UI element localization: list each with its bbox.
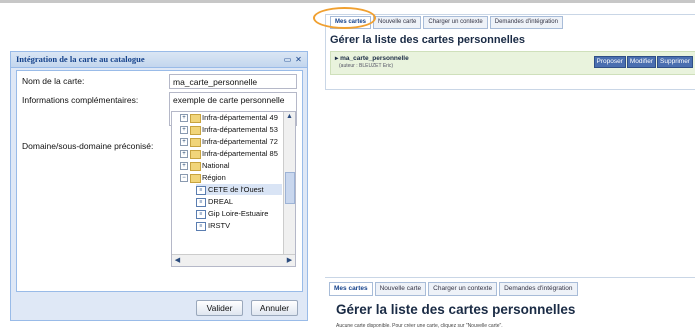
propose-button[interactable]: Proposer xyxy=(593,56,626,68)
expand-icon[interactable]: + xyxy=(180,114,188,123)
tree-node-label: Infra-départemental 72 xyxy=(202,137,278,146)
page-title-bottom: Gérer la liste des cartes personnelles xyxy=(336,302,576,317)
tree-node-label: IRSTV xyxy=(208,221,231,230)
tab-demandes-integration[interactable]: Demandes d'intégration xyxy=(489,16,563,29)
expand-icon[interactable]: + xyxy=(180,150,188,159)
validate-button[interactable]: Valider xyxy=(196,300,243,316)
folder-icon xyxy=(190,137,201,147)
tree-node-region[interactable]: − Région xyxy=(180,172,226,183)
folder-open-icon xyxy=(190,173,201,183)
tree-node-cete-ouest[interactable]: ≡ CETE de l'Ouest xyxy=(196,184,282,195)
tab-demandes-integration[interactable]: Demandes d'intégration xyxy=(499,282,578,296)
tree-node-infra53[interactable]: + Infra-départemental 53 xyxy=(180,124,278,135)
leaf-icon: ≡ xyxy=(196,185,206,195)
card-name[interactable]: ▸ ma_carte_personnelle xyxy=(335,54,409,62)
expand-icon[interactable]: + xyxy=(180,138,188,147)
tree-node-national[interactable]: + National xyxy=(180,160,230,171)
maximize-icon[interactable]: ▭ xyxy=(283,55,292,64)
tree-node-infra72[interactable]: + Infra-départemental 72 xyxy=(180,136,278,147)
tree-horizontal-scrollbar[interactable]: ◀ ▶ xyxy=(172,254,295,266)
tree-list: + Infra-départemental 49 + Infra-départeme… xyxy=(172,112,282,254)
cards-panel-top: Mes cartes Nouvelle carte Charger un con… xyxy=(325,14,695,90)
card-name-text: ma_carte_personnelle xyxy=(340,55,409,62)
close-icon[interactable]: ✕ xyxy=(294,55,303,64)
domain-label: Domaine/sous-domaine préconisé: xyxy=(22,141,154,151)
tree-node-infra49[interactable]: + Infra-départemental 49 xyxy=(180,112,278,123)
empty-message: Aucune carte disponible. Pour créer une … xyxy=(336,323,503,329)
name-input[interactable]: ma_carte_personnelle xyxy=(169,74,297,89)
page-title: Gérer la liste des cartes personnelles xyxy=(330,34,526,46)
domain-tree[interactable]: + Infra-départemental 49 + Infra-départeme… xyxy=(171,111,296,267)
delete-button[interactable]: Supprimer xyxy=(657,56,693,68)
tree-node-irstv[interactable]: ≡ IRSTV xyxy=(196,220,230,231)
card-actions: Proposer Modifier Supprimer xyxy=(593,56,693,68)
tree-node-gip-loire[interactable]: ≡ Gip Loire-Estuaire xyxy=(196,208,268,219)
leaf-icon: ≡ xyxy=(196,197,206,207)
tree-node-label: Gip Loire-Estuaire xyxy=(208,209,269,218)
integration-dialog: Intégration de la carte au catalogue ▭ ✕… xyxy=(10,51,308,321)
card-author: (auteur : BLEUZET Eric) xyxy=(339,63,394,69)
tree-node-dreal[interactable]: ≡ DREAL xyxy=(196,196,233,207)
name-label: Nom de la carte: xyxy=(22,76,85,86)
tab-nouvelle-carte[interactable]: Nouvelle carte xyxy=(373,16,422,29)
tree-node-label: CETE de l'Ouest xyxy=(208,185,264,194)
info-label: Informations complémentaires: xyxy=(22,95,139,105)
cancel-button[interactable]: Annuler xyxy=(251,300,298,316)
scroll-thumb[interactable] xyxy=(285,172,295,204)
folder-icon xyxy=(190,149,201,159)
leaf-icon: ≡ xyxy=(196,209,206,219)
scroll-up-icon[interactable]: ▲ xyxy=(284,112,295,122)
tab-charger-contexte[interactable]: Charger un contexte xyxy=(423,16,488,29)
tree-node-label: Région xyxy=(202,173,226,182)
dialog-title: Intégration de la carte au catalogue xyxy=(16,54,145,64)
tree-node-label: Infra-départemental 53 xyxy=(202,125,278,134)
cards-panel-bottom: Mes cartes Nouvelle carte Charger un con… xyxy=(325,277,695,330)
tree-node-label: Infra-départemental 49 xyxy=(202,113,278,122)
leaf-icon: ≡ xyxy=(196,221,206,231)
card-row[interactable]: ▸ ma_carte_personnelle (auteur : BLEUZET… xyxy=(330,51,695,75)
dialog-header[interactable]: Intégration de la carte au catalogue ▭ ✕ xyxy=(11,52,307,68)
tab-mes-cartes[interactable]: Mes cartes xyxy=(329,282,373,296)
tree-node-label: National xyxy=(202,161,230,170)
folder-icon xyxy=(190,113,201,123)
scroll-right-icon[interactable]: ▶ xyxy=(284,255,295,266)
expand-icon[interactable]: + xyxy=(180,162,188,171)
folder-icon xyxy=(190,125,201,135)
scroll-left-icon[interactable]: ◀ xyxy=(172,255,183,266)
tab-nouvelle-carte[interactable]: Nouvelle carte xyxy=(374,282,427,296)
tree-node-label: DREAL xyxy=(208,197,234,206)
tab-highlight-circle xyxy=(313,7,376,29)
tree-node-label: Infra-départemental 85 xyxy=(202,149,278,158)
expand-icon[interactable]: + xyxy=(180,126,188,135)
tab-charger-contexte[interactable]: Charger un contexte xyxy=(428,282,498,296)
tree-node-infra85[interactable]: + Infra-départemental 85 xyxy=(180,148,278,159)
tabs-bottom: Mes cartes Nouvelle carte Charger un con… xyxy=(329,282,578,296)
modify-button[interactable]: Modifier xyxy=(626,56,657,68)
collapse-icon[interactable]: − xyxy=(180,174,188,183)
window-top-strip xyxy=(0,0,695,3)
tree-vertical-scrollbar[interactable]: ▲ xyxy=(283,112,295,254)
folder-icon xyxy=(190,161,201,171)
